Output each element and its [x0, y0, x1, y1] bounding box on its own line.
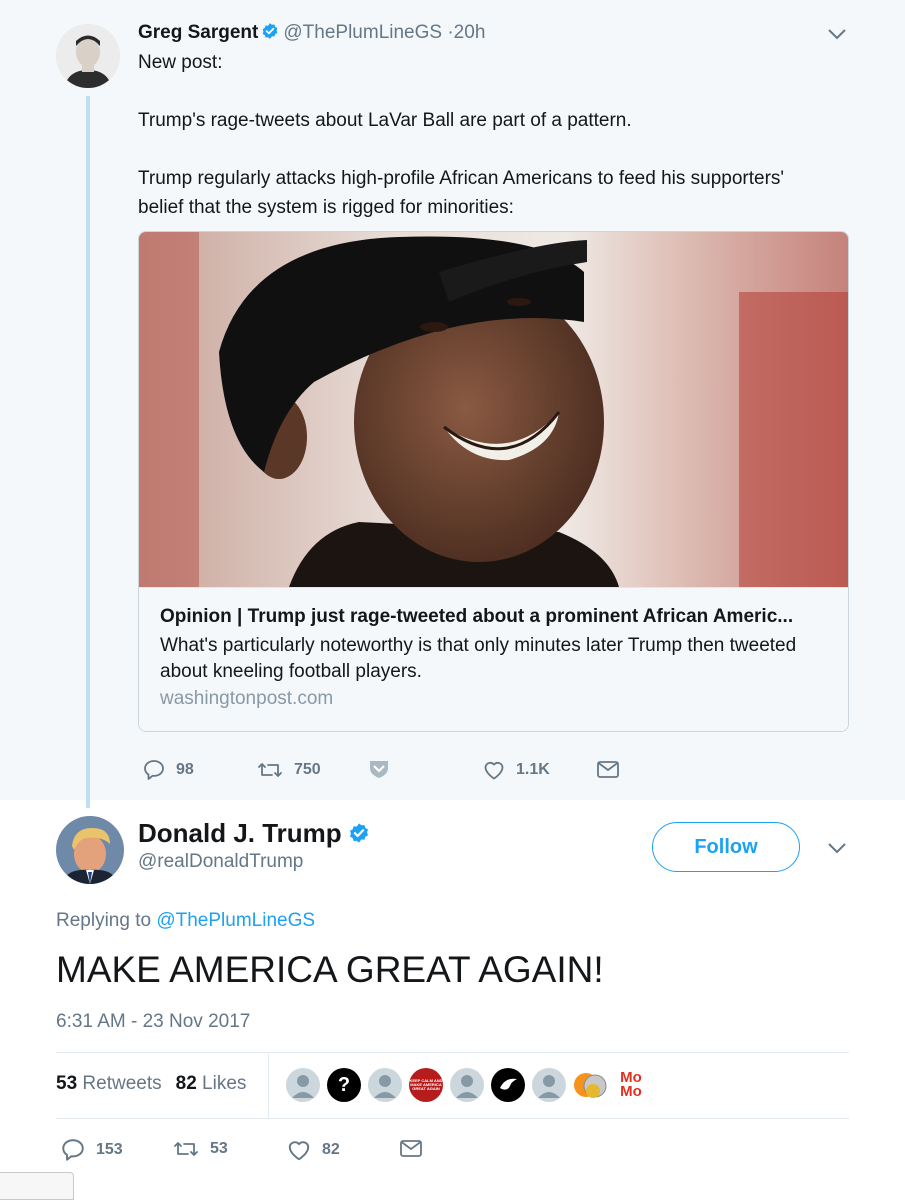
retweet-count: 750: [294, 761, 321, 778]
likes-stat[interactable]: 82 Likes: [176, 1073, 247, 1094]
card-description: What's particularly noteworthy is that o…: [160, 635, 797, 682]
card-domain: washingtonpost.com: [160, 688, 334, 709]
author-name[interactable]: Greg Sargent: [138, 22, 258, 43]
default-avatar[interactable]: [450, 1068, 484, 1102]
like-icon: [484, 761, 504, 780]
question-avatar[interactable]: ?: [327, 1068, 361, 1102]
parent-tweet-actions: 98 750 1.1K: [0, 758, 905, 786]
tweet-text: MAKE AMERICA GREAT AGAIN!: [56, 949, 604, 990]
parent-tweet[interactable]: Greg Sargent @ThePlumLineGS ·20h New post…: [0, 0, 905, 808]
liker-avatars: ? KEEP CALM AND MAKE AMERICA GREAT AGAIN…: [286, 1068, 655, 1102]
author-handle[interactable]: @ThePlumLineGS: [283, 22, 442, 43]
tweet-text-line: belief that the system is rigged for min…: [138, 197, 514, 218]
default-avatar[interactable]: [532, 1068, 566, 1102]
card-image[interactable]: [139, 232, 848, 587]
retweet-button[interactable]: 750: [256, 758, 321, 782]
like-icon: [288, 1141, 310, 1161]
card-title[interactable]: Opinion | Trump just rage-tweeted about …: [160, 604, 830, 630]
direct-message-icon: [400, 1140, 422, 1157]
like-button[interactable]: 82: [286, 1137, 340, 1163]
verified-badge-icon: [261, 22, 279, 48]
direct-message-icon: [597, 761, 619, 778]
verified-badge-icon: [348, 820, 370, 851]
retweet-icon: [258, 763, 282, 777]
author-handle[interactable]: @realDonaldTrump: [138, 851, 303, 873]
divider: [268, 1054, 269, 1118]
chevron-down-icon[interactable]: [826, 27, 848, 41]
retweet-button[interactable]: 53: [172, 1137, 228, 1161]
replying-handle-link[interactable]: @ThePlumLineGS: [156, 910, 315, 931]
crypto-coins-avatar[interactable]: [573, 1068, 607, 1102]
bottom-panel-tab[interactable]: [0, 1172, 74, 1200]
like-count: 1.1K: [516, 761, 550, 778]
replying-prefix: Replying to: [56, 910, 152, 931]
momo-avatar[interactable]: Mo Mo: [614, 1068, 648, 1102]
retweets-count: 53: [56, 1073, 78, 1094]
parent-tweet-text: New post: Trump's rage-tweets about LaVa…: [138, 48, 838, 222]
card-body[interactable]: Opinion | Trump just rage-tweeted about …: [139, 587, 848, 731]
like-count: 82: [322, 1141, 340, 1158]
avatar[interactable]: [56, 816, 124, 884]
reply-icon: [144, 760, 164, 780]
default-avatar[interactable]: [368, 1068, 402, 1102]
like-button[interactable]: 1.1K: [482, 758, 550, 782]
save-button[interactable]: [368, 758, 400, 780]
chevron-down-icon[interactable]: [826, 841, 848, 855]
divider: [56, 1118, 849, 1119]
avatar[interactable]: [56, 24, 120, 88]
retweets-stat[interactable]: 53 Retweets: [56, 1073, 162, 1094]
retweet-icon: [174, 1142, 198, 1156]
engagement-stats: 53 Retweets 82 Likes: [56, 1073, 246, 1095]
tweet-time[interactable]: ·20h: [447, 22, 485, 43]
tweet-text-line: New post:: [138, 52, 223, 73]
likes-count: 82: [175, 1073, 197, 1094]
reply-icon: [62, 1139, 84, 1161]
link-preview-card[interactable]: Opinion | Trump just rage-tweeted about …: [138, 231, 849, 732]
thread-connector: [86, 96, 90, 808]
momo-text: Mo: [620, 1083, 642, 1100]
reply-button[interactable]: 153: [60, 1137, 123, 1163]
bird-logo-avatar[interactable]: [491, 1068, 525, 1102]
reply-count: 98: [176, 761, 194, 778]
author-name[interactable]: Donald J. Trump: [138, 818, 374, 851]
tweet-text-line: Trump regularly attacks high-profile Afr…: [138, 168, 785, 189]
direct-message-button[interactable]: [596, 758, 630, 780]
divider: [56, 1052, 849, 1053]
retweet-count: 53: [210, 1140, 228, 1157]
author-name-text[interactable]: Donald J. Trump: [138, 818, 342, 848]
replying-to: Replying to @ThePlumLineGS: [56, 910, 315, 932]
default-avatar[interactable]: [286, 1068, 320, 1102]
keep-calm-avatar[interactable]: KEEP CALM AND MAKE AMERICA GREAT AGAIN: [409, 1068, 443, 1102]
tweet-actions: 153 53 82: [0, 1137, 905, 1167]
tweet-timestamp[interactable]: 6:31 AM - 23 Nov 2017: [56, 1011, 250, 1033]
reply-button[interactable]: 98: [142, 758, 194, 782]
follow-button[interactable]: Follow: [652, 822, 800, 872]
direct-message-button[interactable]: [399, 1137, 433, 1159]
save-shield-icon: [370, 761, 388, 778]
likes-label: Likes: [202, 1073, 247, 1094]
parent-tweet-header: Greg Sargent @ThePlumLineGS ·20h: [138, 20, 485, 48]
reply-count: 153: [96, 1141, 123, 1158]
retweets-label: Retweets: [82, 1073, 162, 1094]
tweet-text-line: Trump's rage-tweets about LaVar Ball are…: [138, 110, 632, 131]
